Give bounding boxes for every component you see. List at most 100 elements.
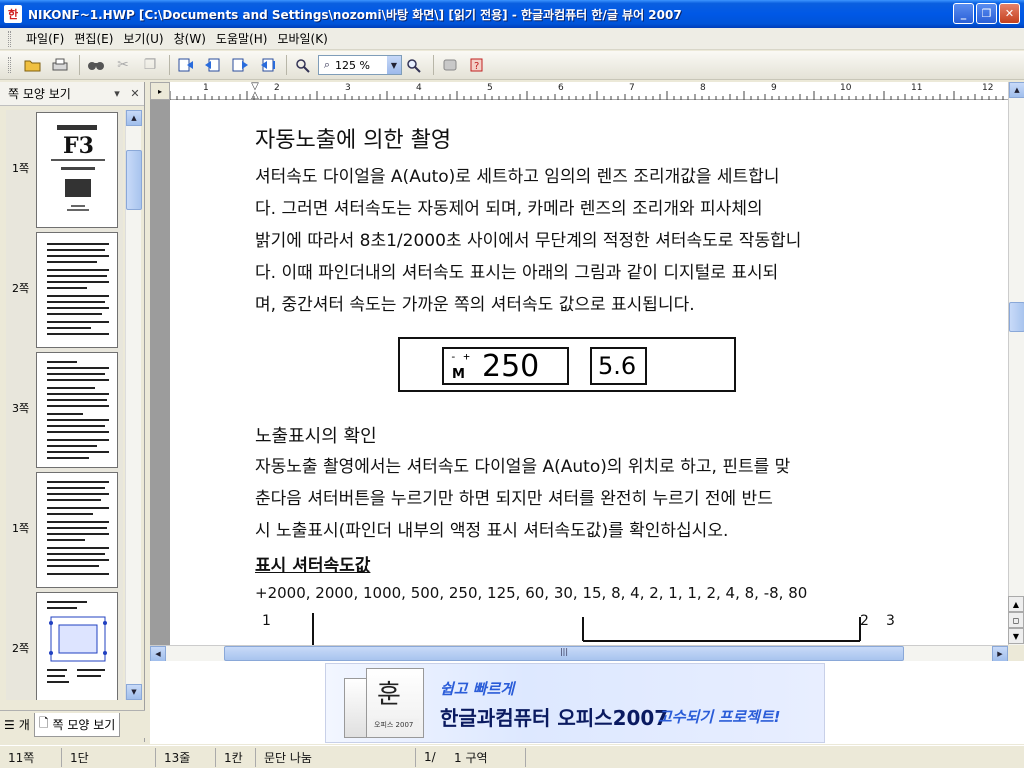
menu-mobile[interactable]: 모바일(K) [272, 30, 332, 47]
finder-display-diagram: - + M 250 5.6 [398, 337, 736, 392]
svg-text:훈: 훈 [377, 680, 401, 710]
ruler-ticks [170, 91, 1004, 100]
page-icon: 🗋 [38, 715, 49, 730]
tab-outline[interactable]: ☰ 개 [0, 713, 34, 737]
tab-outline-label: 개 [18, 718, 30, 732]
status-region: 1 구역 [446, 747, 526, 767]
chevron-down-icon[interactable]: ▼ [387, 56, 401, 74]
status-column: 1단 [62, 747, 156, 767]
status-bar: 11쪽 1단 13줄 1칸 문단 나눔 1/ 1 구역 [0, 745, 1024, 768]
page-thumbnail[interactable] [36, 592, 118, 700]
status-pages: 1/ [424, 750, 436, 764]
paragraph-line: 춘다음 셔터버튼을 누르기만 하면 되지만 셔터를 완전히 누르기 전에 반드 [255, 489, 773, 509]
app-icon[interactable]: 한 [4, 5, 22, 23]
zoom-in-icon[interactable] [402, 54, 426, 76]
help-icon[interactable]: ? [465, 54, 489, 76]
scroll-up-icon[interactable]: ▲ [126, 110, 142, 126]
thumbnail-label: 1쪽 [12, 522, 30, 535]
menu-view[interactable]: 보기(U) [118, 30, 168, 47]
status-break: 문단 나눔 [256, 747, 416, 767]
ad-area: 훈 오피스 2007 쉽고 빠르게 한글과컴퓨터 오피스2007 고수되기 프로… [150, 661, 1024, 744]
left-pane-title: 쪽 모양 보기 [8, 87, 71, 101]
product-box-image: 훈 오피스 2007 [340, 668, 440, 740]
scroll-thumb[interactable] [126, 150, 142, 210]
page-select-button-icon[interactable]: ◻ [1008, 612, 1024, 628]
thumbnail-scrollbar[interactable]: ▲ ▼ [125, 110, 142, 700]
scroll-thumb[interactable] [1009, 302, 1024, 332]
open-icon[interactable] [21, 54, 45, 76]
minimize-button[interactable]: _ [953, 3, 974, 24]
svg-text:?: ? [474, 61, 479, 72]
tab-page-view-label: 쪽 모양 보기 [52, 717, 116, 732]
thumbnail-item[interactable]: 1쪽 F3 [6, 110, 123, 230]
next-page-icon[interactable] [228, 54, 252, 76]
ad-subtitle: 쉽고 빠르게 [440, 680, 515, 698]
ruler-toggle-button[interactable]: ▸ [150, 82, 170, 100]
page-thumbnail[interactable] [36, 232, 118, 348]
outline-icon: ☰ [4, 717, 15, 732]
toolbar: ✂ ❐ ⌕ 125 % ▼ ? [0, 51, 1024, 80]
shutter-value: 250 [482, 349, 540, 384]
plus-minus-symbol: - + [450, 350, 470, 363]
find-icon[interactable] [84, 54, 108, 76]
first-page-icon[interactable] [174, 54, 198, 76]
page-thumbnail[interactable] [36, 472, 118, 588]
document-view[interactable]: 자동노출에 의한 촬영 셔터속도 다이얼을 A(Auto)로 세트하고 임의의 … [150, 100, 1008, 645]
paragraph-line: 시 노출표시(파인더 내부의 액정 표시 셔터속도값)를 확인하십시오. [255, 521, 729, 541]
menu-help[interactable]: 도움말(H) [211, 30, 273, 47]
last-page-icon[interactable] [255, 54, 279, 76]
page-thumbnail[interactable] [36, 352, 118, 468]
window-title: NIKONF~1.HWP [C:\Documents and Settings\… [28, 7, 682, 22]
cut-icon[interactable]: ✂ [111, 54, 135, 76]
print-icon[interactable] [48, 54, 72, 76]
scroll-up-icon[interactable]: ▲ [1009, 82, 1024, 98]
horizontal-ruler[interactable]: ▽ △ 1 2 3 4 5 6 7 8 9 10 11 12 [170, 82, 1010, 101]
page-thumbnail[interactable]: F3 [36, 112, 118, 228]
thumbnail-list[interactable]: 1쪽 F3 2쪽 3쪽 1쪽 2쪽 [6, 110, 123, 700]
menu-grip[interactable] [8, 30, 11, 47]
thumbnail-item[interactable]: 1쪽 [6, 470, 123, 590]
menu-bar: 파일(F) 편집(E) 보기(U) 창(W) 도움말(H) 모바일(K) [0, 28, 1024, 50]
scroll-left-icon[interactable]: ◀ [150, 646, 166, 662]
zoom-value: 125 % [335, 58, 370, 72]
scale-bracket [312, 613, 861, 645]
menu-file[interactable]: 파일(F) [21, 30, 69, 47]
subheading: 노출표시의 확인 [255, 426, 377, 447]
prev-page-icon[interactable] [201, 54, 225, 76]
thumbnail-item[interactable]: 3쪽 [6, 350, 123, 470]
document-vertical-scrollbar[interactable]: ▲ [1008, 82, 1024, 645]
title-bar: 한 NIKONF~1.HWP [C:\Documents and Setting… [0, 0, 1024, 28]
undo-zoom-icon[interactable] [291, 54, 315, 76]
thumbnail-label: 2쪽 [12, 642, 30, 655]
aperture-value: 5.6 [598, 352, 637, 380]
stop-icon[interactable] [438, 54, 462, 76]
ad-banner[interactable]: 훈 오피스 2007 쉽고 빠르게 한글과컴퓨터 오피스2007 고수되기 프로… [325, 663, 825, 743]
thumbnail-item[interactable]: 2쪽 [6, 590, 123, 700]
box-caption: 오피스 2007 [374, 721, 414, 729]
pane-menu-chevron-icon[interactable]: ▾ [108, 87, 126, 100]
left-pane: 쪽 모양 보기 ▾ ✕ 1쪽 F3 2쪽 3쪽 1쪽 2쪽 ▲ ▼ ☰ 개 🗋 … [0, 82, 145, 742]
tab-page-view[interactable]: 🗋 쪽 모양 보기 [33, 712, 121, 737]
thumbnail-label: 3쪽 [12, 402, 30, 415]
page-nav-buttons: ▲ ◻ ▼ [1008, 596, 1024, 644]
scroll-down-icon[interactable]: ▼ [126, 684, 142, 700]
document-page[interactable]: 자동노출에 의한 촬영 셔터속도 다이얼을 A(Auto)로 세트하고 임의의 … [170, 100, 1008, 645]
zoom-combobox[interactable]: ⌕ 125 % ▼ [318, 55, 402, 75]
toolbar-grip[interactable] [8, 57, 11, 73]
document-horizontal-scrollbar[interactable]: ◀ ||| ▶ [150, 645, 1008, 662]
close-button[interactable]: ✕ [999, 3, 1020, 24]
next-page-button-icon[interactable]: ▼ [1008, 628, 1024, 644]
copy-icon[interactable]: ❐ [138, 54, 162, 76]
menu-window[interactable]: 창(W) [169, 30, 211, 47]
scroll-right-icon[interactable]: ▶ [992, 646, 1008, 662]
restore-button[interactable]: ❐ [976, 3, 997, 24]
scroll-thumb[interactable]: ||| [224, 646, 904, 661]
underlined-heading: 표시 셔터속도값 [255, 556, 371, 576]
pane-close-icon[interactable]: ✕ [126, 87, 144, 100]
menu-edit[interactable]: 편집(E) [69, 30, 118, 47]
shutter-speed-list: +2000, 2000, 1000, 500, 250, 125, 60, 30… [255, 584, 808, 602]
thumbnail-item[interactable]: 2쪽 [6, 230, 123, 350]
prev-page-button-icon[interactable]: ▲ [1008, 596, 1024, 612]
section-heading: 자동노출에 의한 촬영 [255, 128, 452, 153]
paragraph-line: 며, 중간셔터 속도는 가까운 쪽의 셔터속도 값으로 표시됩니다. [255, 295, 695, 315]
